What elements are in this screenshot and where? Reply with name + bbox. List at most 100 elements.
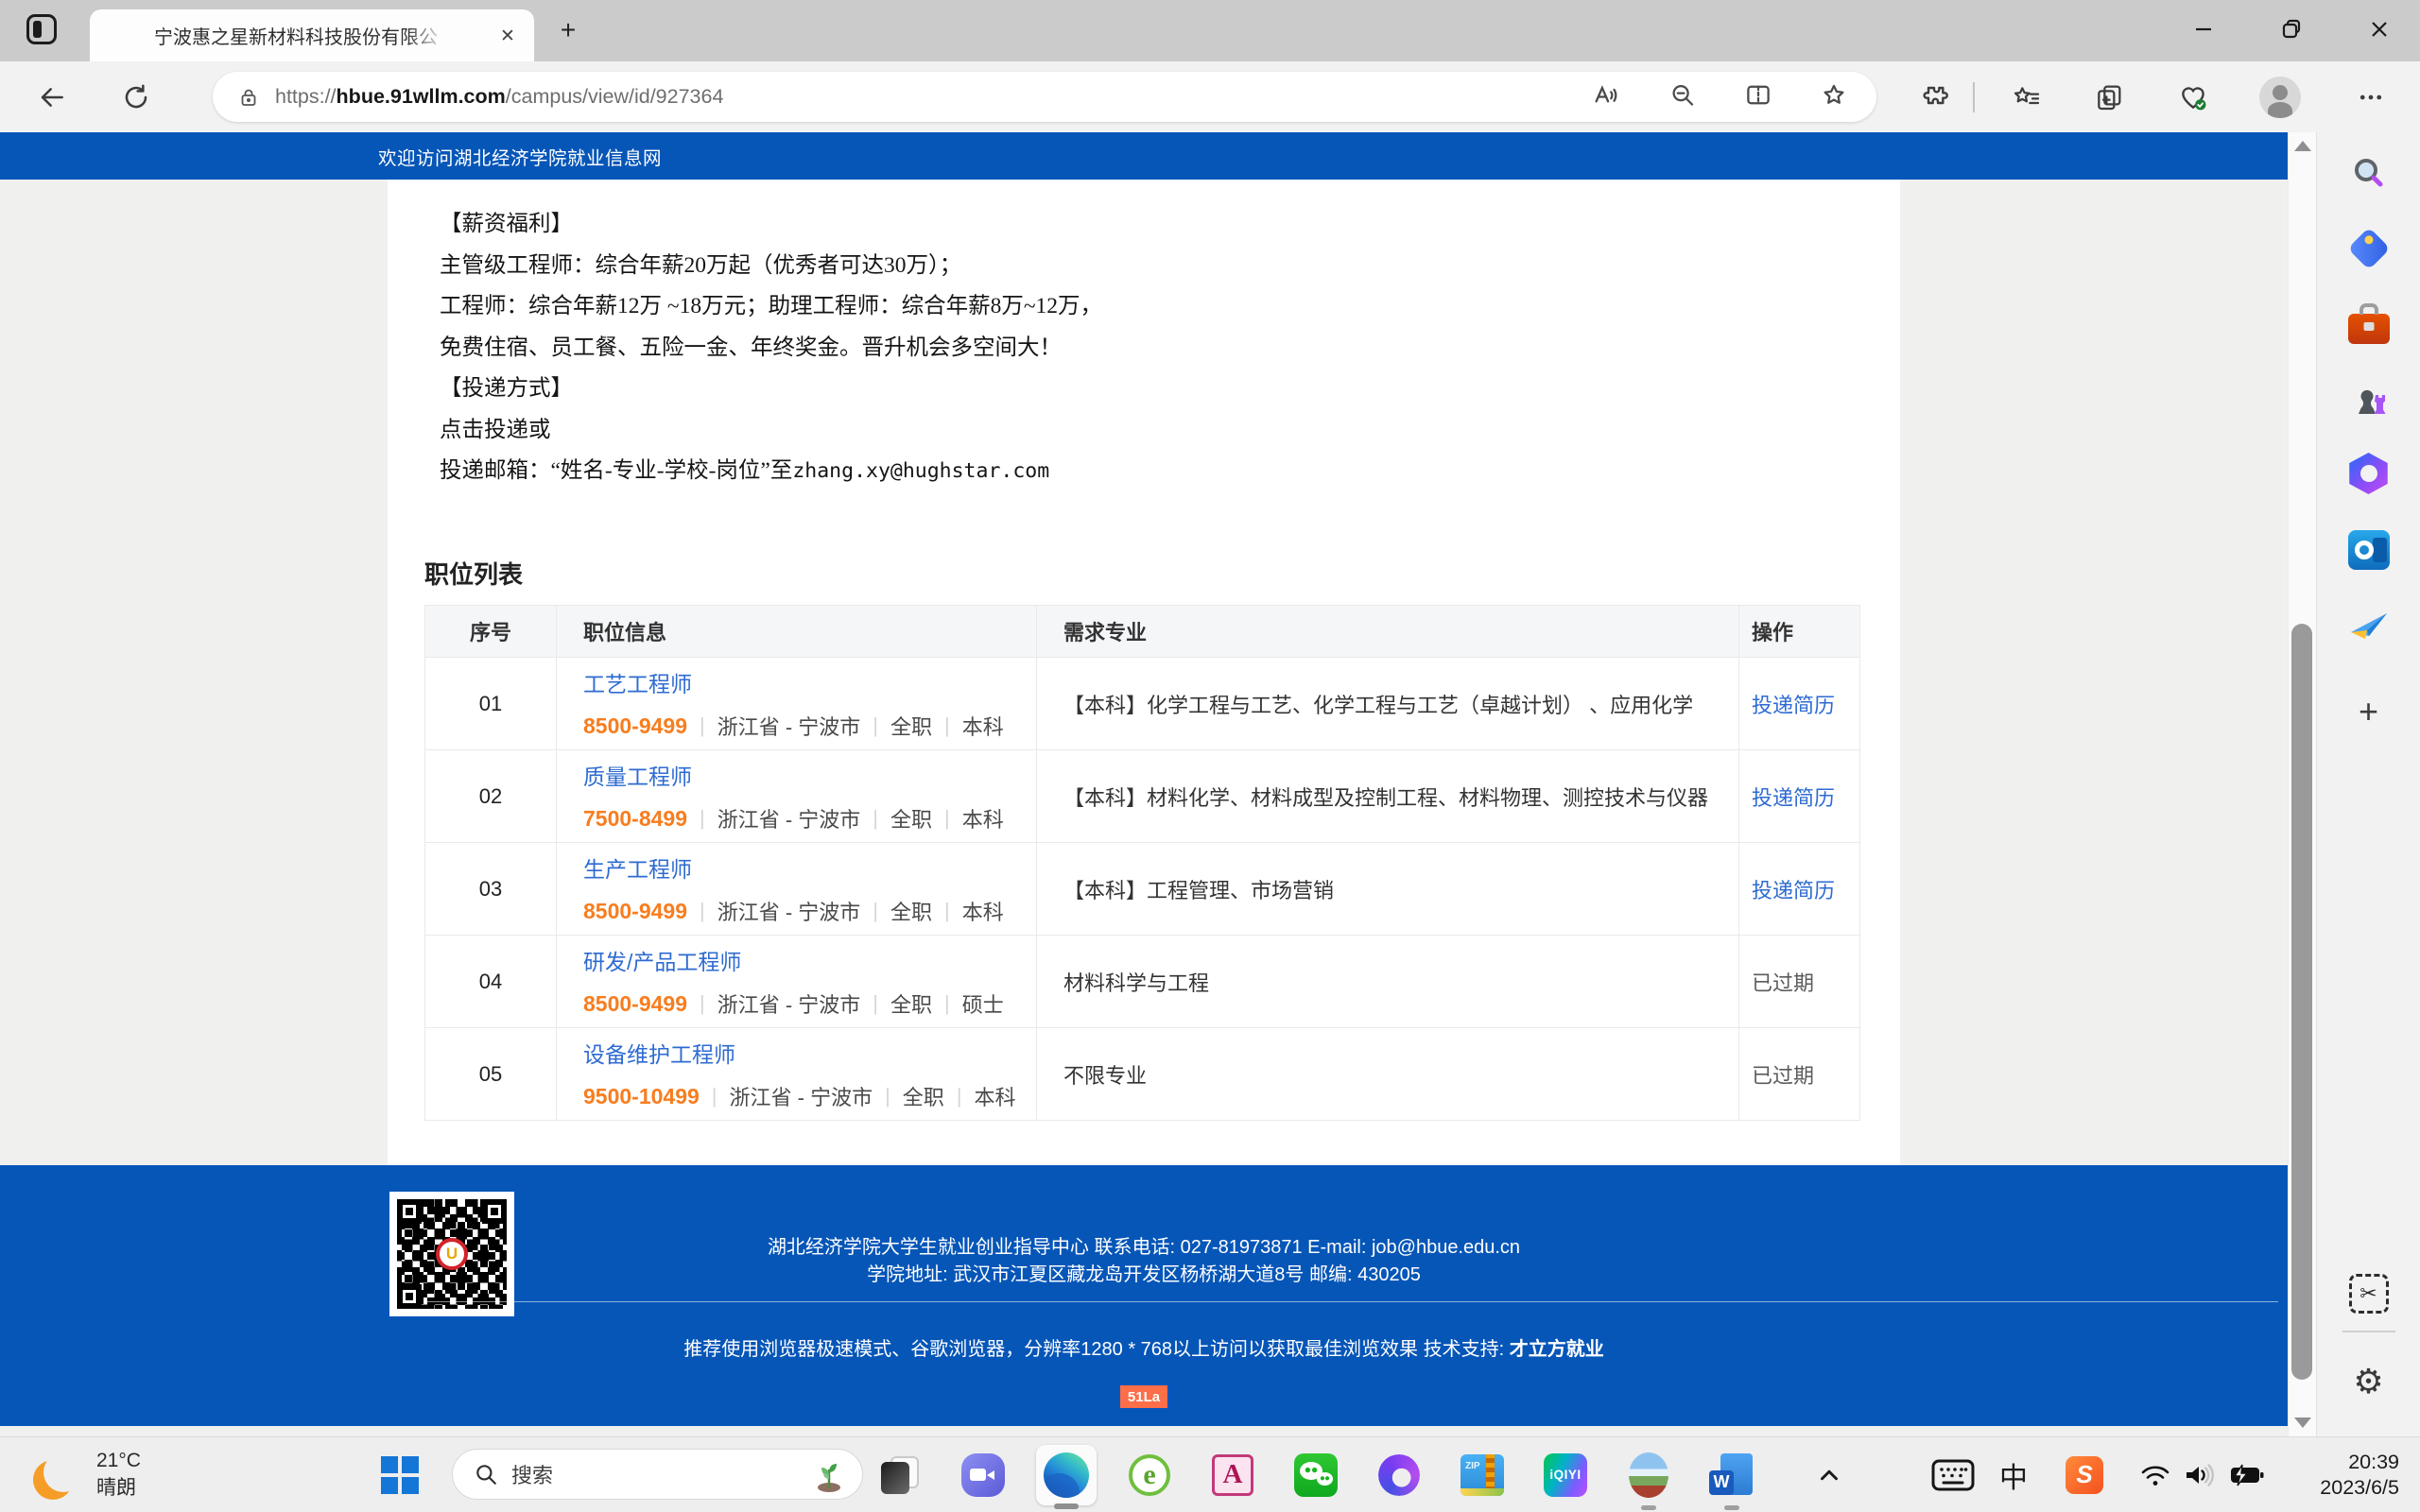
iqiyi-icon[interactable]: iQIYI: [1544, 1452, 1587, 1497]
job-degree: 本科: [961, 808, 1004, 832]
header-no: 序号: [469, 621, 511, 644]
scrollbar-thumb[interactable]: [2291, 624, 2312, 1380]
sidebar-shopping-icon[interactable]: [2346, 227, 2391, 270]
minimize-button[interactable]: [2176, 0, 2231, 59]
job-type: 全职: [890, 993, 933, 1017]
job-title-link[interactable]: 工艺工程师: [583, 666, 1036, 698]
loop-icon[interactable]: [1378, 1453, 1420, 1496]
weather-widget[interactable]: 21°C 晴朗: [96, 1447, 141, 1502]
touch-keyboard-icon[interactable]: [1931, 1459, 1975, 1491]
weather-moon-icon[interactable]: [43, 1452, 83, 1492]
new-tab-button[interactable]: +: [553, 15, 583, 45]
vertical-scrollbar[interactable]: [2288, 132, 2316, 1436]
job-title-link[interactable]: 生产工程师: [583, 851, 1036, 884]
favorite-star-icon[interactable]: [1820, 80, 1848, 113]
extensions-icon[interactable]: [1919, 82, 1949, 112]
refresh-icon[interactable]: [121, 82, 151, 112]
favorites-icon[interactable]: [2012, 82, 2042, 112]
sidebar-games-icon[interactable]: [2347, 376, 2391, 420]
search-daily-plant-icon[interactable]: [811, 1455, 847, 1493]
battery-charging-icon[interactable]: [2229, 1463, 2265, 1487]
job-majors: 不限专业: [1036, 1028, 1738, 1120]
intro-line: 【薪资福利】: [440, 212, 573, 236]
zoom-out-icon[interactable]: [1668, 80, 1697, 113]
hidden-icons-chevron[interactable]: [1815, 1461, 1843, 1489]
sidebar-outlook-icon[interactable]: [2347, 530, 2390, 570]
job-type: 全职: [890, 715, 933, 739]
settings-menu-icon[interactable]: [2357, 83, 2385, 112]
edge-icon[interactable]: [1044, 1452, 1089, 1498]
wifi-icon[interactable]: [2139, 1461, 2171, 1489]
job-no: 03: [478, 876, 503, 901]
weather-temperature: 21°C: [96, 1450, 141, 1471]
browser-tab[interactable]: 宁波惠之星新材料科技股份有限公 ✕: [90, 9, 534, 61]
job-majors: 【本科】材料化学、材料成型及控制工程、材料物理、测控技术与仪器: [1036, 750, 1738, 842]
sidebar-settings-icon[interactable]: ⚙: [2353, 1362, 2383, 1401]
sogou-input-icon[interactable]: S: [2066, 1455, 2103, 1494]
browser-essentials-icon[interactable]: [2177, 81, 2209, 113]
split-screen-icon[interactable]: [1744, 80, 1772, 113]
web-capture-icon[interactable]: ✂: [2348, 1274, 2389, 1314]
volume-icon[interactable]: [2183, 1461, 2217, 1489]
restore-button[interactable]: [2264, 0, 2319, 59]
job-info: 质量工程师 7500-8499 浙江省 - 宁波市 全职 本科: [556, 750, 1036, 842]
welcome-banner: 欢迎访问湖北经济学院就业信息网: [0, 132, 2288, 180]
job-no: 02: [478, 783, 503, 808]
job-title-link[interactable]: 研发/产品工程师: [583, 944, 1036, 976]
sidebar-tools-icon[interactable]: [2347, 304, 2390, 344]
job-no: 04: [478, 969, 503, 993]
scroll-down-arrow[interactable]: [2293, 1418, 2311, 1428]
contact-email: zhang.xy@hughstar.com: [792, 459, 1050, 483]
job-majors: 材料科学与工程: [1036, 936, 1738, 1027]
read-aloud-icon[interactable]: [1591, 80, 1619, 113]
job-info: 研发/产品工程师 8500-9499 浙江省 - 宁波市 全职 硕士: [556, 936, 1036, 1027]
close-button[interactable]: [2352, 0, 2407, 59]
toolbar-divider: [1973, 82, 1975, 112]
job-location: 浙江省 - 宁波市: [717, 993, 861, 1017]
photos-app-icon[interactable]: [1629, 1452, 1668, 1498]
chat-icon[interactable]: [961, 1452, 1005, 1497]
job-type: 全职: [902, 1086, 944, 1109]
lock-icon[interactable]: [237, 86, 260, 109]
sidebar-search-icon[interactable]: [2348, 153, 2390, 195]
tab-close-icon[interactable]: ✕: [494, 23, 521, 49]
sidebar-add-icon[interactable]: +: [2359, 692, 2378, 731]
search-placeholder: 搜索: [511, 1464, 554, 1487]
access-icon[interactable]: A: [1212, 1453, 1253, 1496]
taskbar-clock[interactable]: 20:39 2023/6/5: [2320, 1450, 2399, 1501]
intro-line: 【投递方式】: [440, 376, 573, 401]
start-button[interactable]: [381, 1455, 419, 1494]
job-title-link[interactable]: 设备维护工程师: [583, 1037, 1036, 1069]
wechat-icon[interactable]: [1294, 1452, 1338, 1497]
job-salary: 7500-8499: [583, 805, 687, 831]
apply-link[interactable]: 投递简历: [1752, 782, 1835, 812]
apply-link[interactable]: 投递简历: [1752, 689, 1835, 719]
sidebar-drop-icon[interactable]: [2347, 606, 2391, 645]
51la-badge[interactable]: 51La: [1120, 1385, 1167, 1408]
taskbar-search[interactable]: 搜索: [452, 1449, 863, 1500]
word-icon[interactable]: W: [1709, 1452, 1754, 1497]
address-bar[interactable]: https://hbue.91wllm.com/campus/view/id/9…: [213, 72, 1876, 122]
apply-link[interactable]: 投递简历: [1752, 874, 1835, 904]
job-majors: 【本科】工程管理、市场营销: [1036, 843, 1738, 935]
sidebar-microsoft-365-icon[interactable]: [2348, 453, 2390, 494]
table-row: 02 质量工程师 7500-8499 浙江省 - 宁波市 全职 本科 【本科】材料化学…: [425, 749, 1859, 842]
360-browser-icon[interactable]: e: [1129, 1453, 1170, 1496]
task-view-icon[interactable]: [881, 1455, 919, 1494]
support-link[interactable]: 才立方就业: [1510, 1339, 1604, 1360]
job-info: 设备维护工程师 9500-10499 浙江省 - 宁波市 全职 本科: [556, 1028, 1036, 1120]
intro-line: 点击投递或: [440, 417, 551, 442]
scroll-up-arrow[interactable]: [2293, 141, 2311, 151]
job-title-link[interactable]: 质量工程师: [583, 759, 1036, 791]
intro-line: 免费住宿、员工餐、五险一金、年终奖金。晋升机会多空间大！: [440, 335, 1062, 360]
ime-indicator[interactable]: 中: [1999, 1454, 2028, 1496]
tab-actions-icon[interactable]: [26, 14, 57, 44]
back-icon[interactable]: [37, 82, 67, 112]
job-info: 生产工程师 8500-9499 浙江省 - 宁波市 全职 本科: [556, 843, 1036, 935]
sidebar-divider: [2342, 1331, 2395, 1332]
collections-icon[interactable]: [2094, 82, 2124, 112]
zip-tool-icon[interactable]: ZIP: [1461, 1453, 1504, 1496]
clock-date: 2023/6/5: [2320, 1476, 2399, 1499]
profile-avatar[interactable]: [2259, 76, 2301, 118]
job-location: 浙江省 - 宁波市: [717, 901, 861, 924]
